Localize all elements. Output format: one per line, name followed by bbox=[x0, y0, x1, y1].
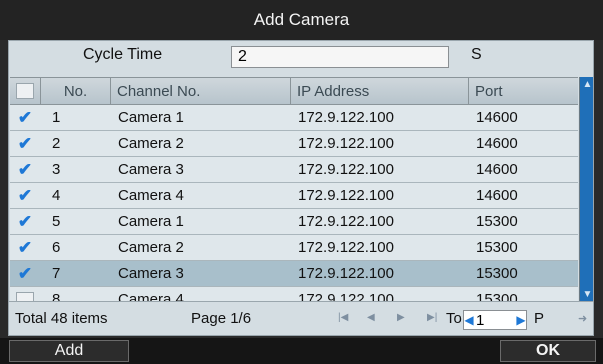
row-checkbox[interactable]: ✔ bbox=[10, 131, 40, 156]
header-no[interactable]: No. bbox=[40, 78, 110, 104]
scroll-down-icon[interactable]: ▼ bbox=[580, 287, 593, 301]
header-port[interactable]: Port bbox=[468, 78, 582, 104]
checkbox-icon bbox=[16, 83, 34, 99]
row-channel: Camera 4 bbox=[118, 187, 184, 204]
row-checkbox[interactable]: ✔ bbox=[10, 157, 40, 182]
row-ip: 172.9.122.100 bbox=[298, 239, 394, 256]
header-ip[interactable]: IP Address bbox=[290, 78, 468, 104]
cycle-time-input[interactable]: 2 bbox=[231, 46, 449, 68]
row-checkbox[interactable]: ✔ bbox=[10, 209, 40, 234]
row-ip: 172.9.122.100 bbox=[298, 213, 394, 230]
ok-button[interactable]: OK bbox=[500, 340, 596, 362]
camera-panel: Cycle Time 2 S No. Channel No. IP Addres… bbox=[8, 40, 594, 336]
row-ip: 172.9.122.100 bbox=[298, 135, 394, 152]
row-checkbox[interactable]: ✔ bbox=[10, 261, 40, 286]
row-port: 15300 bbox=[476, 239, 518, 256]
row-ip: 172.9.122.100 bbox=[298, 161, 394, 178]
row-channel: Camera 3 bbox=[118, 161, 184, 178]
row-no: 8 bbox=[52, 291, 61, 301]
row-ip: 172.9.122.100 bbox=[298, 291, 394, 301]
pagination-bar: Total 48 items Page 1/6 |◀ ◀ ▶ ▶| To ◀ 1… bbox=[9, 301, 593, 335]
row-no: 4 bbox=[52, 187, 61, 204]
table-row[interactable]: 8 Camera 4 172.9.122.100 15300 bbox=[10, 287, 578, 301]
total-items: Total 48 items bbox=[15, 310, 108, 327]
page-number-value: 1 bbox=[476, 311, 485, 329]
row-ip: 172.9.122.100 bbox=[298, 265, 394, 282]
row-port: 14600 bbox=[476, 187, 518, 204]
table-scrollbar[interactable]: ▲ ▼ bbox=[579, 77, 593, 301]
row-channel: Camera 1 bbox=[118, 213, 184, 230]
scroll-up-icon[interactable]: ▲ bbox=[580, 77, 593, 91]
table-row[interactable]: ✔ 4 Camera 4 172.9.122.100 14600 bbox=[10, 183, 578, 209]
table-row[interactable]: ✔ 3 Camera 3 172.9.122.100 14600 bbox=[10, 157, 578, 183]
table-header: No. Channel No. IP Address Port bbox=[10, 77, 578, 105]
camera-table: No. Channel No. IP Address Port ✔ 1 Came… bbox=[10, 77, 578, 301]
first-page-icon[interactable]: |◀ bbox=[338, 312, 348, 323]
row-channel: Camera 3 bbox=[118, 265, 184, 282]
row-ip: 172.9.122.100 bbox=[298, 109, 394, 126]
page-number-input[interactable]: ◀ 1 ▶ bbox=[463, 310, 527, 330]
row-channel: Camera 2 bbox=[118, 239, 184, 256]
table-row[interactable]: ✔ 5 Camera 1 172.9.122.100 15300 bbox=[10, 209, 578, 235]
row-ip: 172.9.122.100 bbox=[298, 187, 394, 204]
table-body: ✔ 1 Camera 1 172.9.122.100 14600 ✔ 2 Cam… bbox=[10, 105, 578, 301]
spin-left-icon[interactable]: ◀ bbox=[464, 313, 474, 327]
row-checkbox[interactable]: ✔ bbox=[10, 105, 40, 130]
row-port: 15300 bbox=[476, 291, 518, 301]
table-row[interactable]: ✔ 6 Camera 2 172.9.122.100 15300 bbox=[10, 235, 578, 261]
header-channel[interactable]: Channel No. bbox=[110, 78, 290, 104]
action-bar: Add OK bbox=[0, 338, 603, 364]
add-camera-dialog: Add Camera Cycle Time 2 S No. Channel No… bbox=[0, 0, 603, 364]
prev-page-icon[interactable]: ◀ bbox=[367, 312, 375, 323]
row-port: 14600 bbox=[476, 161, 518, 178]
row-no: 7 bbox=[52, 265, 61, 282]
add-button[interactable]: Add bbox=[9, 340, 129, 362]
cycle-time-label: Cycle Time bbox=[83, 46, 163, 63]
cycle-time-row: Cycle Time 2 S bbox=[9, 41, 593, 73]
row-port: 14600 bbox=[476, 109, 518, 126]
row-no: 3 bbox=[52, 161, 61, 178]
to-label: To bbox=[446, 310, 462, 327]
next-page-icon[interactable]: ▶ bbox=[397, 312, 405, 323]
row-channel: Camera 2 bbox=[118, 135, 184, 152]
row-checkbox[interactable] bbox=[10, 287, 40, 301]
row-port: 15300 bbox=[476, 213, 518, 230]
table-row[interactable]: ✔ 1 Camera 1 172.9.122.100 14600 bbox=[10, 105, 578, 131]
row-no: 6 bbox=[52, 239, 61, 256]
page-indicator: Page 1/6 bbox=[191, 310, 252, 327]
row-port: 14600 bbox=[476, 135, 518, 152]
row-no: 5 bbox=[52, 213, 61, 230]
dialog-title: Add Camera bbox=[0, 0, 603, 40]
row-checkbox[interactable]: ✔ bbox=[10, 183, 40, 208]
row-checkbox[interactable]: ✔ bbox=[10, 235, 40, 260]
go-icon[interactable]: ➜ bbox=[578, 312, 587, 325]
last-page-icon[interactable]: ▶| bbox=[427, 312, 437, 323]
row-channel: Camera 4 bbox=[118, 291, 184, 301]
select-all-checkbox[interactable] bbox=[10, 78, 40, 104]
row-channel: Camera 1 bbox=[118, 109, 184, 126]
row-no: 2 bbox=[52, 135, 61, 152]
table-row-selected[interactable]: ✔ 7 Camera 3 172.9.122.100 15300 bbox=[10, 261, 578, 287]
page-suffix: P bbox=[534, 310, 545, 327]
table-row[interactable]: ✔ 2 Camera 2 172.9.122.100 14600 bbox=[10, 131, 578, 157]
row-port: 15300 bbox=[476, 265, 518, 282]
row-no: 1 bbox=[52, 109, 61, 126]
spin-right-icon[interactable]: ▶ bbox=[516, 313, 526, 327]
cycle-time-unit: S bbox=[471, 46, 482, 63]
checkbox-icon bbox=[16, 291, 34, 301]
